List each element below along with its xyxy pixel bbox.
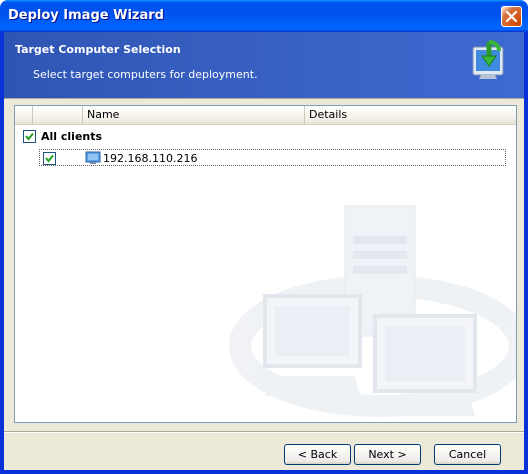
cancel-button-label: Cancel	[448, 448, 487, 461]
close-icon	[505, 10, 518, 23]
back-button[interactable]: < Back	[284, 444, 351, 465]
wizard-header: Target Computer Selection Select target …	[4, 32, 524, 98]
next-button[interactable]: Next >	[354, 444, 421, 465]
column-header-blank[interactable]	[33, 106, 83, 124]
title-bar[interactable]: Deploy Image Wizard	[0, 0, 528, 32]
page-title: Target Computer Selection	[15, 43, 181, 56]
close-button[interactable]	[501, 6, 522, 27]
page-subtitle: Select target computers for deployment.	[33, 68, 258, 81]
computer-list[interactable]: Name Details All clients 192.168.110.216	[14, 105, 517, 423]
column-header-row: Name Details	[15, 106, 516, 125]
list-item[interactable]: 192.168.110.216	[39, 149, 506, 166]
window-title: Deploy Image Wizard	[8, 8, 164, 23]
back-button-label: < Back	[297, 448, 338, 461]
wizard-body: Target Computer Selection Select target …	[4, 32, 524, 470]
deploy-monitor-icon	[472, 40, 504, 79]
client-checkbox[interactable]	[43, 152, 56, 165]
computer-icon	[85, 151, 101, 164]
wizard-window: Deploy Image Wizard Target Computer Sele…	[0, 0, 528, 474]
checkmark-icon	[25, 132, 34, 141]
column-header-check[interactable]	[15, 106, 33, 124]
client-ip-label: 192.168.110.216	[103, 152, 198, 165]
column-header-name[interactable]: Name	[83, 106, 305, 124]
next-button-label: Next >	[368, 448, 407, 461]
all-clients-label: All clients	[41, 130, 103, 143]
checkmark-icon	[45, 154, 54, 163]
all-clients-checkbox[interactable]	[23, 130, 36, 143]
header-separator	[4, 98, 524, 99]
group-row-all-clients[interactable]: All clients	[15, 128, 516, 145]
column-header-details[interactable]: Details	[305, 106, 516, 124]
cancel-button[interactable]: Cancel	[434, 444, 501, 465]
footer-separator	[4, 431, 524, 433]
